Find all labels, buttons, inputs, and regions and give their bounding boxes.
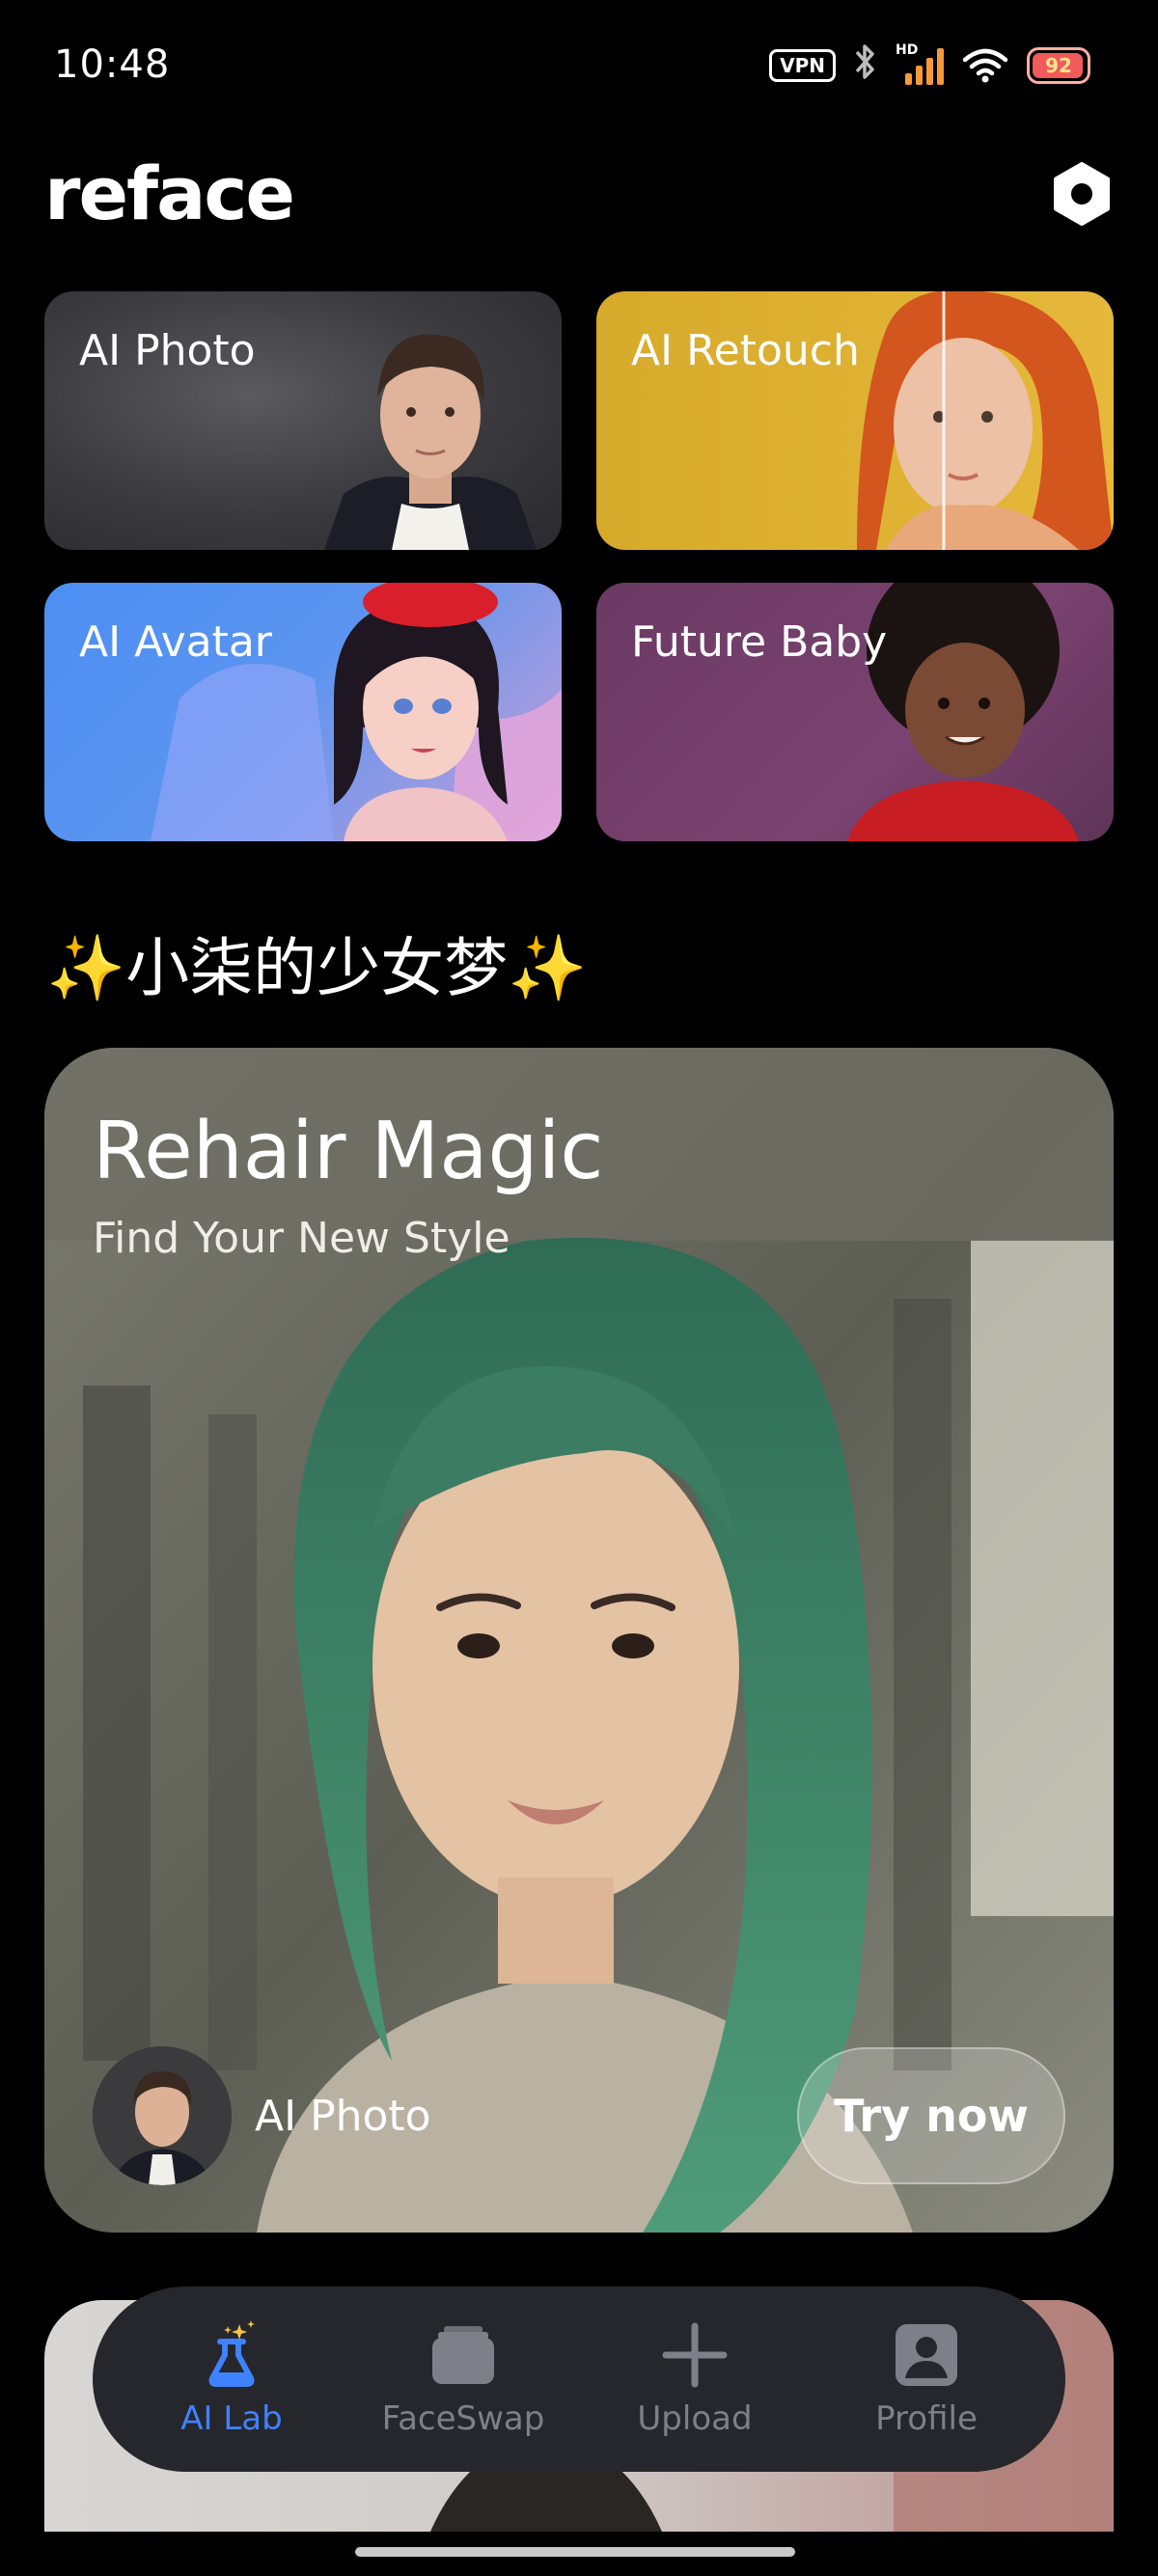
plus-icon bbox=[662, 2322, 728, 2388]
try-now-button[interactable]: Try now bbox=[797, 2047, 1065, 2184]
feature-tile-future-baby[interactable]: Future Baby bbox=[596, 583, 1114, 841]
hero-card-rehair-magic[interactable]: Rehair Magic Find Your New Style AI Phot… bbox=[44, 1048, 1114, 2233]
avatar-label: AI Photo bbox=[255, 2092, 431, 2141]
battery-icon: 92 bbox=[1027, 47, 1090, 84]
status-bar: 10:48 VPN HD 92 bbox=[0, 0, 1158, 135]
nav-item-faceswap[interactable]: FaceSwap bbox=[357, 2287, 569, 2472]
status-time: 10:48 bbox=[54, 42, 171, 87]
bottom-nav: AI Lab FaceSwap Upload Profile bbox=[93, 2287, 1065, 2472]
nav-item-upload[interactable]: Upload bbox=[589, 2287, 801, 2472]
home-indicator[interactable] bbox=[355, 2547, 795, 2557]
section-title: ✨小柒的少女梦✨ bbox=[46, 931, 588, 1005]
signal-icon: HD bbox=[896, 42, 944, 85]
nav-label: FaceSwap bbox=[381, 2399, 545, 2438]
nav-label: Profile bbox=[875, 2399, 978, 2438]
feature-tile-ai-avatar[interactable]: AI Avatar bbox=[44, 583, 562, 841]
cards-icon bbox=[432, 2326, 494, 2384]
flask-icon bbox=[208, 2320, 255, 2387]
nav-label: Upload bbox=[637, 2399, 753, 2438]
feature-tile-ai-retouch[interactable]: AI Retouch bbox=[596, 291, 1114, 550]
vpn-icon: VPN bbox=[769, 49, 836, 82]
hero-title: Rehair Magic bbox=[93, 1106, 604, 1197]
wifi-icon bbox=[962, 48, 1008, 83]
gear-icon[interactable] bbox=[1050, 162, 1114, 226]
app-logo: reface bbox=[44, 151, 295, 236]
nav-item-profile[interactable]: Profile bbox=[820, 2287, 1033, 2472]
avatar bbox=[93, 2046, 232, 2185]
bluetooth-icon bbox=[853, 42, 878, 90]
person-icon bbox=[896, 2324, 957, 2386]
tile-label: AI Photo bbox=[79, 326, 256, 375]
nav-label: AI Lab bbox=[180, 2399, 283, 2438]
feature-tile-ai-photo[interactable]: AI Photo bbox=[44, 291, 562, 550]
status-icons: VPN HD 92 bbox=[769, 42, 1090, 89]
hero-subtitle: Find Your New Style bbox=[93, 1214, 510, 1263]
tile-label: AI Avatar bbox=[79, 617, 272, 667]
nav-item-ai-lab[interactable]: AI Lab bbox=[125, 2287, 338, 2472]
tile-label: AI Retouch bbox=[631, 326, 860, 375]
tile-label: Future Baby bbox=[631, 617, 888, 667]
app-header: reface bbox=[44, 145, 1114, 251]
